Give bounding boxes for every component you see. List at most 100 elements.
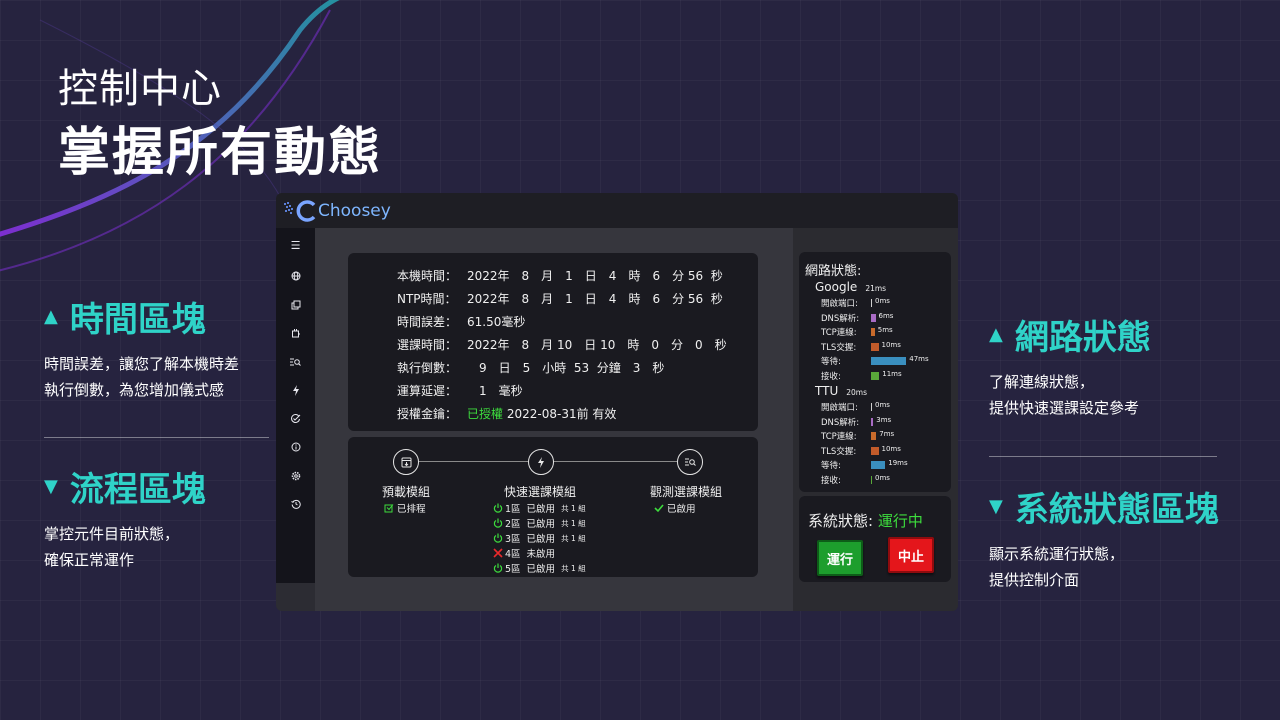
schedule-icon [384, 504, 394, 513]
preload-module-icon [393, 449, 419, 475]
status-text: 已啟用 [667, 504, 696, 515]
zone-row: 3區 已啟用 共 1 組 [493, 531, 586, 545]
connector-line [553, 461, 677, 462]
timing-value: 5ms [877, 326, 893, 334]
timing-label: 接收: [821, 371, 841, 382]
network-block: 網路狀態: Google 21ms 開啟端口: 0ms DNS解析: 6ms TCP連線: 5… [799, 252, 951, 492]
history-icon[interactable] [276, 490, 315, 519]
run-button[interactable]: 運行 [817, 540, 863, 576]
zone-name: 1區 [505, 504, 521, 515]
timing-value: 0ms [875, 401, 890, 409]
zone-row: 1區 已啟用 共 1 組 [493, 501, 586, 515]
network-timing-row: 等待: 47ms [821, 355, 958, 367]
zone-count: 共 1 組 [561, 533, 586, 543]
timing-value: 0ms [875, 297, 890, 305]
timing-bar [871, 357, 907, 365]
feature-title: 時間區塊 [69, 300, 206, 340]
network-timing-row: TCP連線: 7ms [821, 430, 958, 442]
stop-button[interactable]: 中止 [888, 537, 934, 573]
timing-bar [871, 432, 877, 440]
time-diff-row: 時間誤差： 61.50毫秒 [397, 313, 525, 330]
timing-value: 10ms [881, 444, 901, 453]
row-label: 授權金鑰： [397, 407, 458, 421]
timing-value: 47ms [909, 355, 929, 363]
timing-label: 開啟端口: [821, 403, 858, 413]
timing-value: 7ms [879, 430, 895, 438]
triangle-up-icon: ▲ [989, 324, 1003, 345]
network-timing-row: 開啟端口: 0ms [821, 297, 958, 309]
timing-label: 等待: [821, 461, 841, 471]
power-icon [493, 518, 503, 528]
zone-row: 5區 已啟用 共 1 組 [493, 561, 586, 575]
hero-title: 掌握所有動態 [58, 123, 383, 183]
copy-icon[interactable] [276, 291, 315, 320]
menu-icon[interactable]: ☰ [276, 228, 315, 262]
timing-bar [871, 299, 872, 307]
row-value: 2022年 8 月 1 日 4 時 6 分 56 秒 [467, 292, 723, 306]
calc-delay-row: 運算延遲： 1 毫秒 [397, 382, 523, 399]
timing-value: 0ms [875, 473, 890, 482]
timing-label: TCP連線: [821, 432, 857, 442]
network-timing-row: TCP連線: 5ms [821, 326, 958, 338]
timing-label: TCP連線: [821, 328, 857, 338]
row-value: 61.50毫秒 [467, 315, 526, 329]
system-status-label: 系統狀態: [808, 512, 874, 530]
network-timing-row: 等待: 19ms [821, 459, 958, 471]
timing-bar [871, 342, 879, 351]
x-icon [493, 548, 503, 558]
check-circle-icon[interactable] [276, 405, 315, 434]
flow-block: 預載模組 快速選課模組 觀測選課模組 已排程 已啟用 1區 已啟用 共 1 組 … [348, 437, 758, 577]
system-block: 系統狀態: 運行中 運行 中止 [799, 496, 951, 582]
zone-name: 4區 [505, 549, 521, 560]
feature-desc: 掌控元件目前狀態， 確保正常運作 [44, 525, 180, 569]
row-label: NTP時間： [397, 292, 457, 306]
info-icon[interactable] [276, 433, 315, 462]
timing-bar [871, 328, 875, 336]
row-label: 時間誤差： [397, 315, 458, 329]
timing-label: DNS解析: [821, 417, 860, 428]
triangle-down-icon: ▼ [989, 496, 1003, 517]
app-header: Choosey [276, 193, 958, 228]
timing-bar [871, 446, 879, 455]
feature-network: ▲ 網路狀態 了解連線狀態， 提供快速選課設定參考 [989, 310, 1151, 421]
network-timing-row: TLS交握: 10ms [821, 445, 958, 457]
row-value: 1 毫秒 [467, 384, 523, 398]
app-window: Choosey ☰ 本機時間： 2022年 8 月 1 日 4 時 6 分 56… [276, 193, 958, 611]
divider [989, 456, 1217, 457]
globe-icon[interactable] [276, 262, 315, 291]
zone-status: 已啟用 [526, 504, 556, 515]
zone-status: 已啟用 [526, 519, 556, 530]
power-icon [493, 503, 503, 513]
brand-name: Choosey [318, 200, 391, 221]
plugin-icon[interactable] [276, 319, 315, 348]
observe-module-title: 觀測選課模組 [650, 485, 723, 499]
check-icon [654, 504, 664, 513]
license-expiry: 2022-08-31前 有效 [506, 407, 617, 421]
row-label: 本機時間： [397, 269, 458, 283]
ntp-time-row: NTP時間： 2022年 8 月 1 日 4 時 6 分 56 秒 [397, 290, 723, 307]
bolt-icon[interactable] [276, 376, 315, 405]
zone-count: 共 1 組 [561, 518, 586, 528]
main-area: 本機時間： 2022年 8 月 1 日 4 時 6 分 56 秒 NTP時間： 20… [315, 228, 793, 611]
network-timing-row: 接收: 11ms [821, 370, 958, 382]
time-block: 本機時間： 2022年 8 月 1 日 4 時 6 分 56 秒 NTP時間： 20… [348, 253, 758, 431]
row-label: 運算延遲： [397, 384, 458, 398]
feature-desc: 顯示系統運行狀態， 提供控制介面 [989, 545, 1125, 589]
fast-module-icon [528, 449, 554, 475]
timing-value: 6ms [878, 311, 894, 320]
countdown-row: 執行倒數： 9 日 5 小時 53 分鐘 3 秒 [397, 359, 664, 376]
status-text: 已排程 [397, 504, 426, 515]
zone-name: 3區 [505, 534, 521, 545]
row-value: 9 日 5 小時 53 分鐘 3 秒 [467, 361, 665, 375]
search-list-icon[interactable] [276, 348, 315, 377]
timing-value: 19ms [888, 459, 908, 467]
timing-label: DNS解析: [821, 313, 860, 324]
settings-icon[interactable] [276, 462, 315, 491]
system-status-value: 運行中 [877, 512, 923, 530]
host-total: 20ms [846, 388, 867, 397]
license-row: 授權金鑰： 已授權 2022-08-31前 有效 [397, 405, 616, 422]
network-host: TTU 20ms [815, 384, 867, 398]
zone-row: 4區 未啟用 [493, 546, 555, 560]
preload-status: 已排程 [384, 501, 426, 515]
timing-label: TLS交握: [821, 446, 857, 457]
